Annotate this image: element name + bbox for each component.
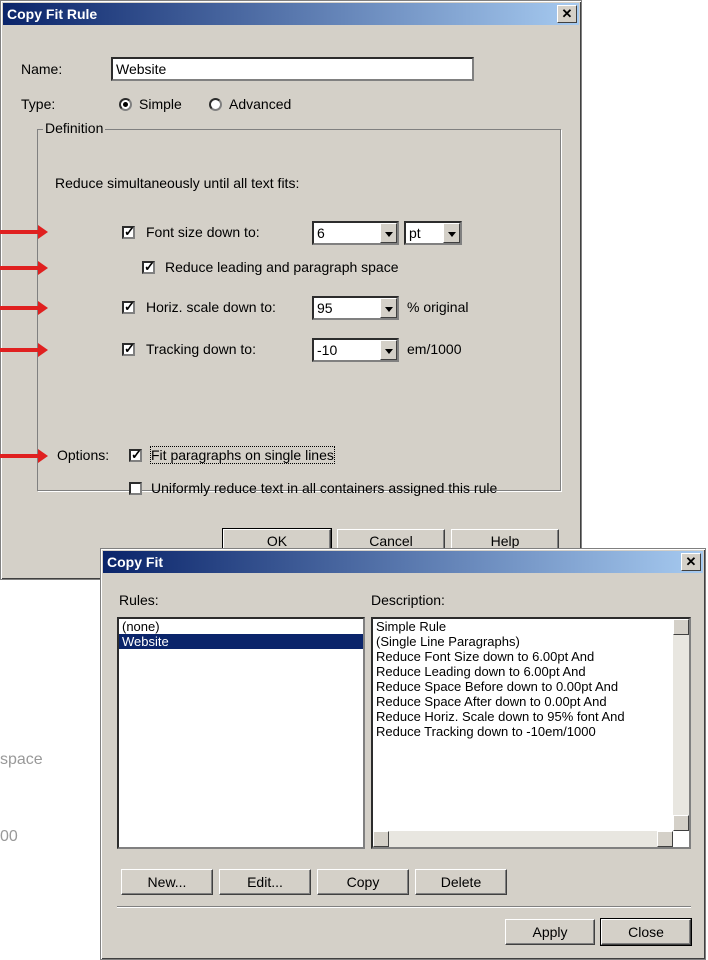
description-line: Reduce Leading down to 6.00pt And <box>376 664 586 679</box>
chevron-down-icon[interactable] <box>380 223 397 243</box>
list-item-none[interactable]: (none) <box>119 619 363 634</box>
definition-label: Definition <box>43 120 106 136</box>
rules-label: Rules: <box>119 592 159 608</box>
font-size-checkbox[interactable] <box>122 224 135 240</box>
type-simple-label: Simple <box>139 96 182 112</box>
tracking-unit: em/1000 <box>407 341 462 357</box>
name-label: Name: <box>21 61 63 77</box>
rule-dialog-titlebar: Copy Fit Rule ✕ <box>3 3 579 25</box>
rule-dialog-title: Copy Fit Rule <box>7 6 98 22</box>
indicator-arrow-font-size <box>0 225 48 239</box>
font-unit-dropdown[interactable]: pt <box>404 221 462 245</box>
leading-checkbox[interactable] <box>142 259 155 275</box>
copy-fit-rule-dialog: Copy Fit Rule ✕ Name: Website Type: Simp… <box>0 0 582 580</box>
description-line: Reduce Space Before down to 0.00pt And <box>376 679 619 694</box>
indicator-arrow-horiz <box>0 301 48 315</box>
uniform-reduce-label: Uniformly reduce text in all containers … <box>151 480 498 496</box>
uniform-reduce-checkbox[interactable] <box>129 482 142 495</box>
chevron-down-icon[interactable] <box>443 223 460 243</box>
close-icon[interactable]: ✕ <box>557 5 577 23</box>
scroll-up-icon[interactable] <box>673 619 689 635</box>
type-advanced-label: Advanced <box>229 96 292 112</box>
scroll-left-icon[interactable] <box>373 831 389 847</box>
indicator-arrow-options <box>0 449 48 463</box>
background-text-space: space <box>0 751 43 768</box>
description-line: Reduce Tracking down to -10em/1000 <box>376 724 596 739</box>
vertical-scrollbar[interactable] <box>673 619 689 831</box>
tracking-checkbox[interactable] <box>122 341 135 357</box>
horiz-scale-checkbox[interactable] <box>122 299 135 315</box>
options-label: Options: <box>57 447 110 463</box>
new-button[interactable]: New... <box>121 869 213 895</box>
button-separator <box>117 906 691 908</box>
description-line: Reduce Space After down to 0.00pt And <box>376 694 607 709</box>
horiz-scale-value: 95 <box>317 300 333 316</box>
description-line: (Single Line Paragraphs) <box>376 634 520 649</box>
tracking-dropdown[interactable]: -10 <box>312 338 399 362</box>
copy-fit-dialog: Copy Fit ✕ Rules: Description: (none) We… <box>100 548 706 960</box>
type-label: Type: <box>21 96 56 112</box>
type-advanced-radio[interactable] <box>209 98 222 111</box>
list-item-website[interactable]: Website <box>119 634 363 649</box>
name-input[interactable]: Website <box>111 57 474 81</box>
chevron-down-icon[interactable] <box>380 340 397 360</box>
description-label: Description: <box>371 592 445 608</box>
scroll-down-icon[interactable] <box>673 815 689 831</box>
indicator-arrow-leading <box>0 261 48 275</box>
horizontal-scrollbar[interactable] <box>373 831 673 847</box>
background-text-00: 00 <box>0 828 18 845</box>
description-line: Reduce Font Size down to 6.00pt And <box>376 649 595 664</box>
tracking-value: -10 <box>317 342 338 358</box>
fit-single-lines-checkbox[interactable] <box>129 447 142 463</box>
indicator-arrow-tracking <box>0 343 48 357</box>
type-simple-radio[interactable] <box>119 98 132 111</box>
copy-button[interactable]: Copy <box>317 869 409 895</box>
horiz-scale-dropdown[interactable]: 95 <box>312 296 399 320</box>
font-size-value: 6 <box>317 225 325 241</box>
fit-single-lines-label: Fit paragraphs on single lines <box>150 446 335 464</box>
close-icon[interactable]: ✕ <box>681 553 701 571</box>
reduce-instruction: Reduce simultaneously until all text fit… <box>55 175 300 191</box>
description-line: Simple Rule <box>376 619 447 634</box>
leading-label: Reduce leading and paragraph space <box>165 259 399 275</box>
tracking-label: Tracking down to: <box>146 341 256 357</box>
font-size-dropdown[interactable]: 6 <box>312 221 399 245</box>
copyfit-title: Copy Fit <box>107 554 163 570</box>
scroll-right-icon[interactable] <box>657 831 673 847</box>
horiz-scale-label: Horiz. scale down to: <box>146 299 276 315</box>
font-unit-value: pt <box>409 225 421 241</box>
copyfit-titlebar: Copy Fit ✕ <box>103 551 703 573</box>
description-box: Simple Rule (Single Line Paragraphs) Red… <box>371 617 691 849</box>
close-button[interactable]: Close <box>600 918 692 946</box>
rules-list[interactable]: (none) Website <box>117 617 365 849</box>
apply-button[interactable]: Apply <box>505 919 595 945</box>
delete-button[interactable]: Delete <box>415 869 507 895</box>
description-line: Reduce Horiz. Scale down to 95% font And <box>376 709 625 724</box>
edit-button[interactable]: Edit... <box>219 869 311 895</box>
horiz-unit: % original <box>407 299 469 315</box>
chevron-down-icon[interactable] <box>380 298 397 318</box>
font-size-label: Font size down to: <box>146 224 260 240</box>
